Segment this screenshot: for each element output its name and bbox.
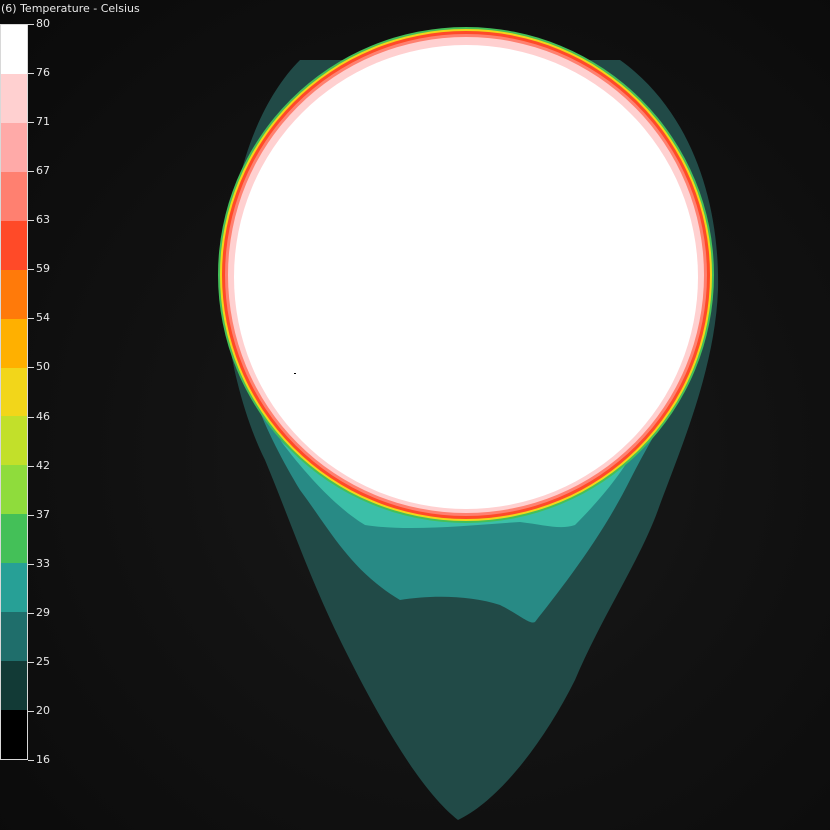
legend-tick-label: 33 bbox=[36, 557, 50, 570]
legend-swatch bbox=[1, 661, 27, 711]
legend-tick bbox=[28, 466, 34, 467]
legend-swatch bbox=[1, 269, 27, 319]
legend-tick bbox=[28, 760, 34, 761]
legend-tick bbox=[28, 515, 34, 516]
legend-tick-label: 67 bbox=[36, 164, 50, 177]
legend-swatch bbox=[1, 612, 27, 662]
legend-tick-label: 59 bbox=[36, 262, 50, 275]
legend-swatch bbox=[1, 24, 27, 74]
legend-tick-label: 25 bbox=[36, 655, 50, 668]
legend-swatch bbox=[1, 367, 27, 417]
legend-tick-label: 37 bbox=[36, 508, 50, 521]
legend-tick bbox=[28, 367, 34, 368]
legend-tick bbox=[28, 171, 34, 172]
legend-tick bbox=[28, 564, 34, 565]
color-legend-bar bbox=[0, 24, 28, 760]
legend-tick-label: 42 bbox=[36, 459, 50, 472]
legend-swatch bbox=[1, 710, 27, 759]
legend-tick-label: 54 bbox=[36, 311, 50, 324]
legend-tick bbox=[28, 269, 34, 270]
legend-swatch bbox=[1, 514, 27, 564]
legend-tick-label: 29 bbox=[36, 606, 50, 619]
legend-swatch bbox=[1, 220, 27, 270]
hot-core bbox=[234, 45, 698, 509]
legend-tick-label: 76 bbox=[36, 66, 50, 79]
legend-tick bbox=[28, 417, 34, 418]
legend-tick-label: 20 bbox=[36, 704, 50, 717]
legend-swatch bbox=[1, 416, 27, 466]
legend-title: (6) Temperature - Celsius bbox=[1, 2, 140, 15]
legend-tick bbox=[28, 122, 34, 123]
legend-tick-label: 16 bbox=[36, 753, 50, 766]
legend-tick bbox=[28, 73, 34, 74]
legend-tick-label: 71 bbox=[36, 115, 50, 128]
legend-swatch bbox=[1, 122, 27, 172]
legend-tick-label: 50 bbox=[36, 360, 50, 373]
legend-tick-label: 46 bbox=[36, 410, 50, 423]
legend-swatch bbox=[1, 73, 27, 123]
probe-marker bbox=[294, 373, 296, 374]
legend-tick bbox=[28, 220, 34, 221]
legend-swatch bbox=[1, 563, 27, 613]
legend-tick bbox=[28, 24, 34, 25]
legend-tick bbox=[28, 662, 34, 663]
simulation-viewport[interactable]: (6) Temperature - Celsius 80 76 71 67 63 59 54… bbox=[0, 0, 830, 830]
legend-swatch bbox=[1, 465, 27, 515]
legend-tick bbox=[28, 613, 34, 614]
temperature-field bbox=[218, 27, 719, 820]
legend-tick-label: 80 bbox=[36, 17, 50, 30]
legend-swatch bbox=[1, 318, 27, 368]
legend-tick bbox=[28, 711, 34, 712]
legend-swatch bbox=[1, 171, 27, 221]
legend-tick bbox=[28, 318, 34, 319]
legend-tick-label: 63 bbox=[36, 213, 50, 226]
